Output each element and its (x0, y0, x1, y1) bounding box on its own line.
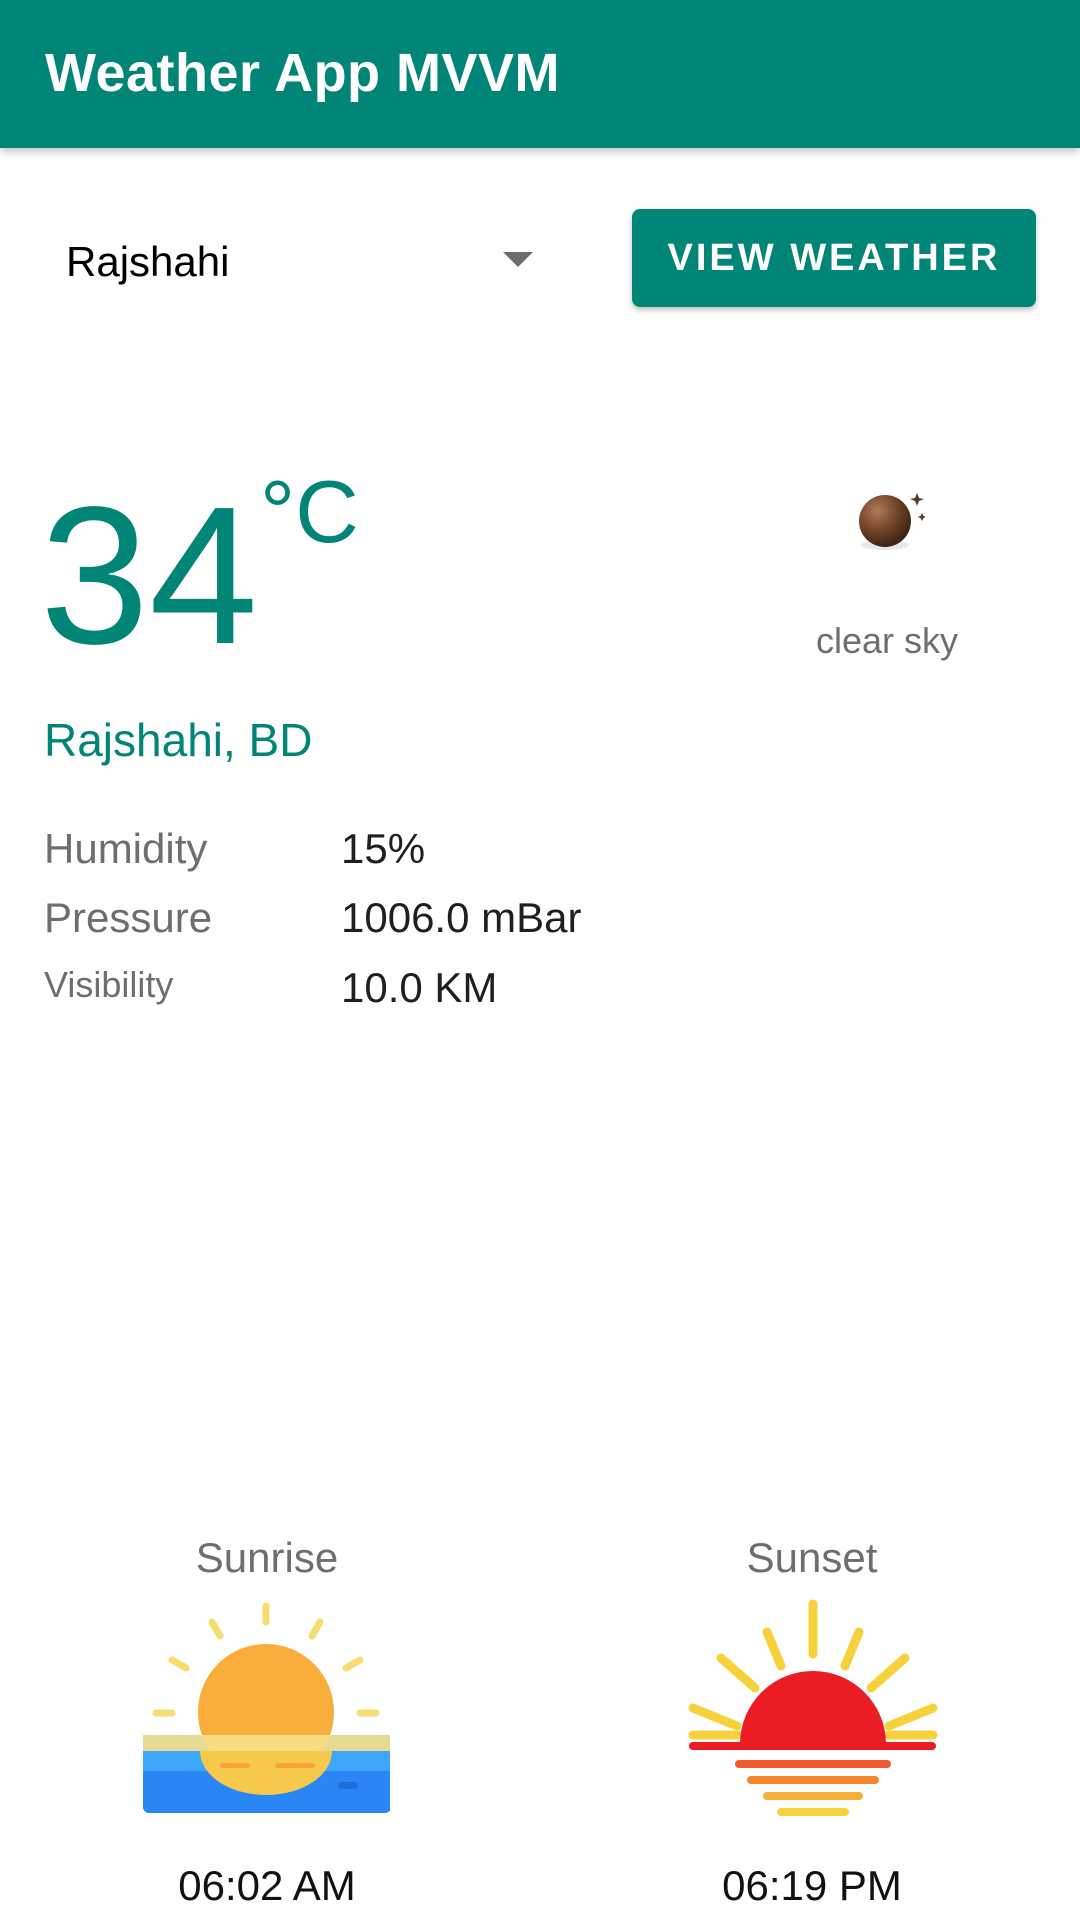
visibility-label: Visibility (44, 964, 174, 1005)
sunset-time: 06:19 PM (722, 1862, 902, 1909)
humidity-value: 15% (341, 825, 426, 872)
location-label: Rajshahi, BD (44, 714, 313, 766)
sunrise-label: Sunrise (195, 1534, 339, 1581)
city-dropdown-value: Rajshahi (66, 238, 230, 285)
condition-text: clear sky (815, 620, 959, 661)
sunset-label: Sunset (746, 1534, 878, 1581)
temperature-value: 34 (40, 466, 259, 685)
sunrise-icon (143, 1602, 390, 1813)
pressure-label: Pressure (44, 894, 213, 941)
dropdown-arrow-icon[interactable] (503, 252, 533, 267)
app-title: Weather App MVVM (45, 43, 561, 103)
sunset-icon (688, 1599, 938, 1816)
view-weather-button[interactable]: VIEW WEATHER (632, 209, 1036, 307)
visibility-value: 10.0 KM (341, 964, 498, 1011)
temperature-unit: °C (260, 462, 359, 561)
sunrise-time: 06:02 AM (178, 1862, 356, 1909)
app-bar: Weather App MVVM (0, 0, 1080, 148)
night-clear-icon (859, 493, 925, 550)
humidity-label: Humidity (44, 825, 208, 872)
pressure-value: 1006.0 mBar (341, 894, 582, 941)
